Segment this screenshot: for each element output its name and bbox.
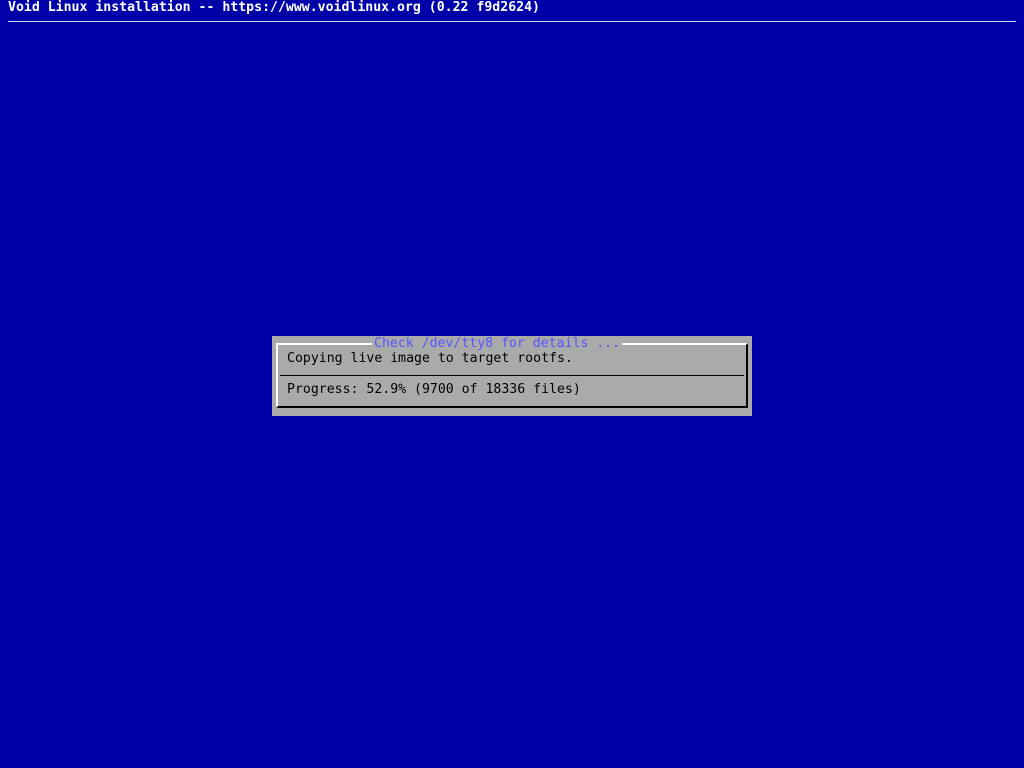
status-message: Copying live image to target rootfs. (287, 351, 573, 366)
progress-text: Progress: 52.9% (9700 of 18336 files) (287, 382, 581, 397)
progress-dialog: Check /dev/tty8 for details ... Copying … (272, 336, 752, 416)
backtitle: Void Linux installation -- https://www.v… (8, 0, 540, 15)
backtitle-divider (8, 21, 1016, 22)
dialog-title: Check /dev/tty8 for details ... (372, 336, 623, 352)
dialog-divider (280, 375, 744, 376)
